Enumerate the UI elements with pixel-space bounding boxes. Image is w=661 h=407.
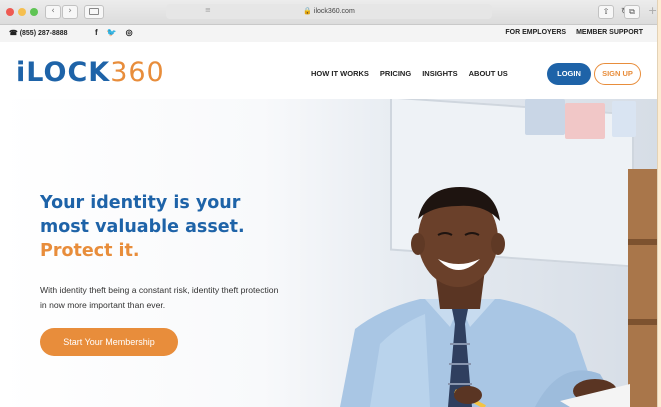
back-button[interactable]: ‹ bbox=[45, 5, 61, 19]
close-window-button[interactable] bbox=[6, 8, 14, 16]
phone-number: (855) 287-8888 bbox=[19, 30, 68, 37]
wall-poster bbox=[525, 99, 565, 135]
main-nav: HOW IT WORKS PRICING INSIGHTS ABOUT US bbox=[311, 69, 508, 78]
phone-link[interactable]: ☎ (855) 287-8888 bbox=[9, 29, 68, 37]
window-controls bbox=[6, 8, 38, 16]
wall-poster bbox=[565, 103, 605, 139]
signup-button[interactable]: SIGN UP bbox=[594, 63, 641, 85]
login-button[interactable]: LOGIN bbox=[547, 63, 591, 85]
member-support-link[interactable]: MEMBER SUPPORT bbox=[576, 29, 643, 36]
sidebar-toggle-icon[interactable] bbox=[84, 5, 104, 19]
bookshelf bbox=[628, 169, 657, 407]
facebook-icon[interactable]: f bbox=[95, 28, 98, 37]
phone-icon: ☎ bbox=[9, 30, 18, 37]
tabs-overview-icon[interactable]: ⧉ bbox=[624, 5, 640, 19]
nav-how-it-works[interactable]: HOW IT WORKS bbox=[311, 69, 369, 78]
logo-text-primary: iLOCK bbox=[16, 57, 111, 88]
logo-text-secondary: 360 bbox=[110, 57, 165, 88]
zoom-window-button[interactable] bbox=[30, 8, 38, 16]
twitter-icon[interactable]: 🐦 bbox=[107, 28, 117, 37]
social-links: f 🐦 ◎ bbox=[95, 28, 133, 37]
start-membership-button[interactable]: Start Your Membership bbox=[40, 328, 178, 356]
wall-poster bbox=[612, 101, 636, 137]
nav-insights[interactable]: INSIGHTS bbox=[422, 69, 457, 78]
hero-subtext: With identity theft being a constant ris… bbox=[40, 285, 279, 310]
share-icon[interactable]: ⇧ bbox=[598, 5, 614, 19]
headline-line-3: Protect it. bbox=[40, 241, 140, 261]
nav-pricing[interactable]: PRICING bbox=[380, 69, 411, 78]
for-employers-link[interactable]: FOR EMPLOYERS bbox=[505, 29, 566, 36]
browser-toolbar: ‹ › 🔒ilock360.com ↻ ≡ ⇧ ⧉ + bbox=[0, 0, 657, 25]
browser-window: ‹ › 🔒ilock360.com ↻ ≡ ⇧ ⧉ + ☎ (855) 287-… bbox=[0, 0, 658, 407]
minimize-window-button[interactable] bbox=[18, 8, 26, 16]
headline-line-1: Your identity is your bbox=[40, 193, 241, 213]
history-buttons: ‹ › bbox=[45, 5, 78, 19]
forward-button[interactable]: › bbox=[62, 5, 78, 19]
utility-bar: ☎ (855) 287-8888 f 🐦 ◎ FOR EMPLOYERS MEM… bbox=[0, 25, 657, 42]
hero-section: Your identity is your most valuable asse… bbox=[0, 99, 657, 407]
new-tab-icon[interactable]: + bbox=[648, 4, 657, 17]
headline-line-2: most valuable asset. bbox=[40, 217, 245, 237]
hero-headline: Your identity is your most valuable asse… bbox=[40, 191, 300, 263]
top-links: FOR EMPLOYERS MEMBER SUPPORT bbox=[505, 29, 643, 36]
instagram-icon[interactable]: ◎ bbox=[126, 28, 133, 37]
nav-about-us[interactable]: ABOUT US bbox=[469, 69, 508, 78]
hero-photo-person bbox=[340, 187, 630, 407]
reader-menu-icon[interactable]: ≡ bbox=[205, 6, 211, 14]
lock-icon: 🔒 bbox=[303, 8, 312, 15]
address-text: ilock360.com bbox=[313, 8, 355, 15]
site-header: iLOCK360 HOW IT WORKS PRICING INSIGHTS A… bbox=[0, 42, 657, 99]
site-logo[interactable]: iLOCK360 bbox=[16, 57, 165, 88]
address-bar[interactable]: 🔒ilock360.com ↻ bbox=[166, 4, 629, 19]
